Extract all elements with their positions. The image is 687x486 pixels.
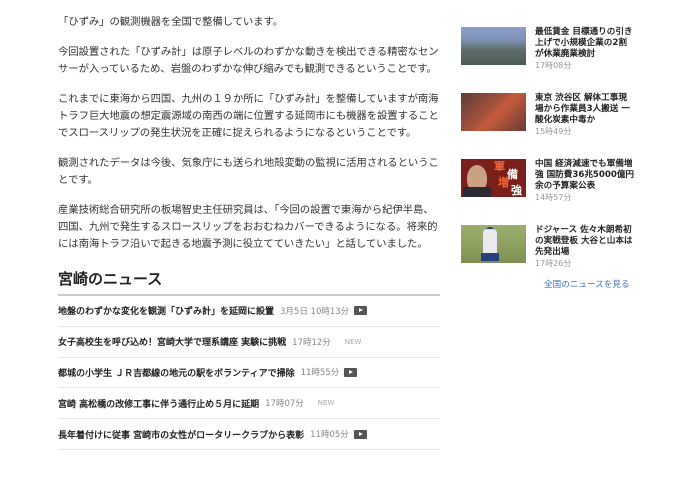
news-thumbnail-portrait[interactable]: 軍 備 増 強 xyxy=(461,159,526,197)
sidebar-news-title[interactable]: 東京 渋谷区 解体工事現場から作業員3人搬送 一酸化炭素中毒か xyxy=(535,93,635,126)
news-title[interactable]: 長年着付けに従事 宮崎市の女性がロータリークラブから表彰 xyxy=(58,428,304,441)
news-time: 11時05分 xyxy=(310,430,349,441)
national-news-sidebar: 最低賃金 目標通りの引き上げで小規模企業の2割が休業廃業検討 17時08分 東京… xyxy=(461,27,636,291)
news-title[interactable]: 宮崎 高松橋の改修工事に伴う通行止め５月に延期 xyxy=(58,397,259,410)
news-time: 17時12分 xyxy=(292,337,331,348)
article-body: 「ひずみ」の観測機器を全国で整備しています。 今回設置された「ひずみ計」は原子レ… xyxy=(58,14,443,266)
sidebar-news-item[interactable]: 東京 渋谷区 解体工事現場から作業員3人搬送 一酸化炭素中毒か 15時49分 xyxy=(461,93,636,159)
thumbnail-overlay-char: 軍 xyxy=(494,160,505,173)
article-paragraph: 今回設置された「ひずみ計」は原子レベルのわずかな動きを検出できる精密なセンサーが… xyxy=(58,46,439,75)
new-badge: NEW xyxy=(317,399,335,408)
sidebar-news-item[interactable]: 最低賃金 目標通りの引き上げで小規模企業の2割が休業廃業検討 17時08分 xyxy=(461,27,636,93)
sidebar-news-title[interactable]: 中国 経済減速でも軍備増強 国防費36兆5000億円余の予算案公表 xyxy=(535,159,635,192)
new-badge: NEW xyxy=(344,337,362,346)
video-icon xyxy=(344,367,358,377)
video-icon xyxy=(353,429,367,439)
sidebar-news-title[interactable]: 最低賃金 目標通りの引き上げで小規模企業の2割が休業廃業検討 xyxy=(535,27,635,60)
local-news-section: 宮崎のニュース 地盤のわずかな変化を観測「ひずみ計」を延岡に設置 3月5日 10… xyxy=(58,268,440,450)
sidebar-news-title[interactable]: ドジャース 佐々木朗希初の実戦登板 大谷と山本は先発出場 xyxy=(535,225,635,258)
video-icon xyxy=(354,306,368,316)
sidebar-news-item[interactable]: 軍 備 増 強 中国 経済減速でも軍備増強 国防費36兆5000億円余の予算案公… xyxy=(461,159,636,225)
sidebar-news-time: 15時49分 xyxy=(535,127,572,136)
news-thumbnail-baseball[interactable] xyxy=(461,225,526,263)
see-all-national-news-link[interactable]: 全国のニュースを見る xyxy=(544,278,630,290)
article-paragraph: 「ひずみ」の観測機器を全国で整備しています。 xyxy=(58,16,284,28)
local-news-heading: 宮崎のニュース xyxy=(58,268,440,296)
portrait-suit xyxy=(463,187,491,197)
news-title[interactable]: 女子高校生を呼び込め！宮崎大学で理系講座 実験に挑戦 xyxy=(58,335,286,348)
news-time: 11時55分 xyxy=(300,368,340,379)
local-news-item[interactable]: 宮崎 高松橋の改修工事に伴う通行止め５月に延期 17時07分 NEW xyxy=(58,388,440,420)
news-thumbnail-fire-trucks[interactable] xyxy=(461,93,526,131)
article-paragraph: 産業技術総合研究所の板場智史主任研究員は、「今回の設置で東海から紀伊半島、四国、… xyxy=(58,204,438,250)
sidebar-news-time: 17時08分 xyxy=(535,61,572,70)
article-paragraph: 観測されたデータは今後、気象庁にも送られ地殻変動の監視に活用されるということです… xyxy=(58,157,439,186)
local-news-item[interactable]: 地盤のわずかな変化を観測「ひずみ計」を延岡に設置 3月5日 10時13分 xyxy=(58,296,440,327)
local-news-list: 地盤のわずかな変化を観測「ひずみ計」を延岡に設置 3月5日 10時13分 女子高… xyxy=(58,296,440,450)
news-title[interactable]: 都城の小学生 ＪＲ吉都線の地元の駅をボランティアで掃除 xyxy=(58,366,295,379)
news-title[interactable]: 地盤のわずかな変化を観測「ひずみ計」を延岡に設置 xyxy=(58,304,274,317)
local-news-item[interactable]: 女子高校生を呼び込め！宮崎大学で理系講座 実験に挑戦 17時12分 NEW xyxy=(58,327,440,358)
news-time: 17時07分 xyxy=(265,399,304,410)
news-thumbnail-city[interactable] xyxy=(461,27,526,65)
local-news-item[interactable]: 都城の小学生 ＪＲ吉都線の地元の駅をボランティアで掃除 11時55分 xyxy=(58,358,440,389)
player-legs xyxy=(481,253,499,261)
thumbnail-overlay-char: 増 xyxy=(498,176,509,189)
sidebar-news-time: 17時26分 xyxy=(535,259,572,268)
local-news-item[interactable]: 長年着付けに従事 宮崎市の女性がロータリークラブから表彰 11時05分 xyxy=(58,419,440,450)
sidebar-news-time: 14時57分 xyxy=(535,193,572,202)
thumbnail-overlay-char: 強 xyxy=(511,184,522,197)
news-time: 3月5日 10時13分 xyxy=(280,306,350,317)
article-paragraph: これまでに東海から四国、九州の１９か所に「ひずみ計」を整備していますが南海トラフ… xyxy=(58,93,439,139)
